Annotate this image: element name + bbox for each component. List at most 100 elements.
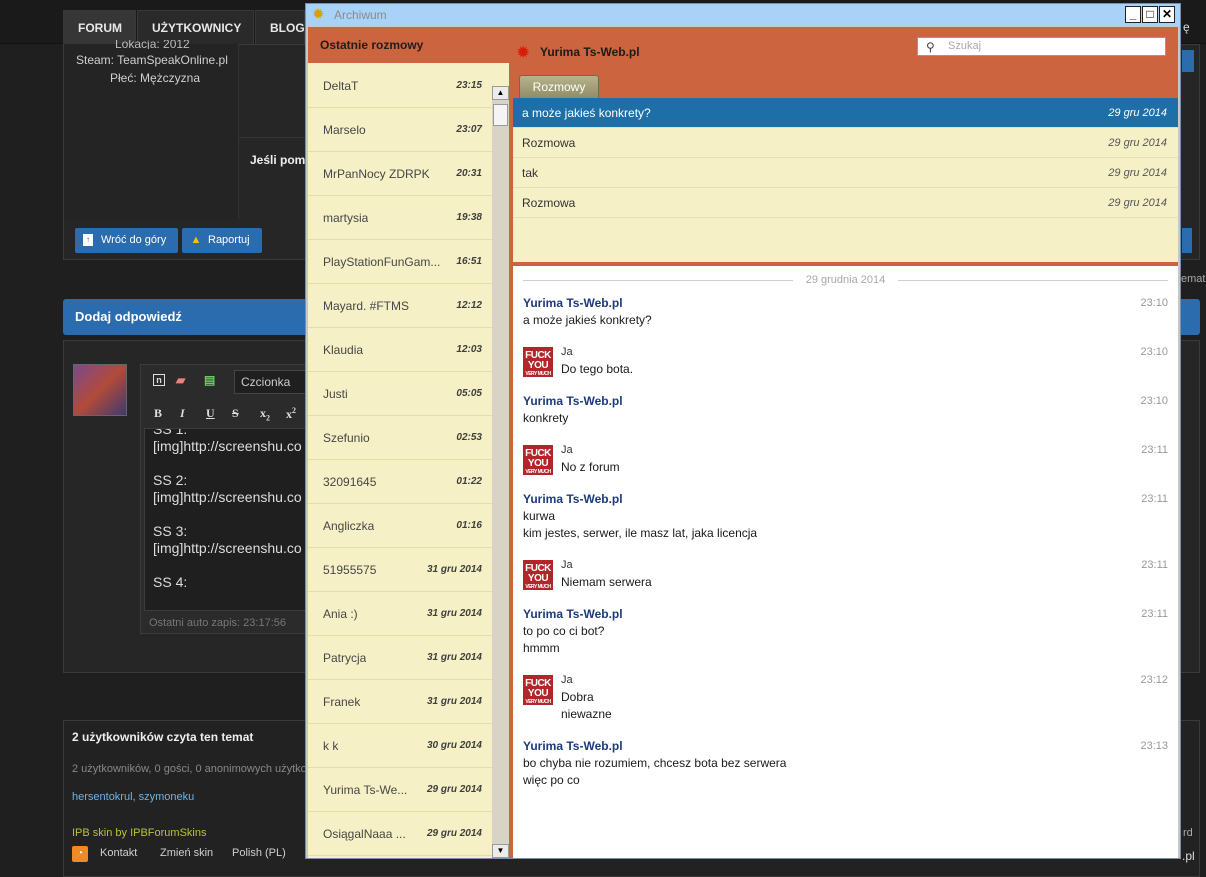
message-body: Ja Dobra niewazne [561,672,612,723]
contact-time: 31 gru 2014 [426,608,482,619]
sender-avatar: FUCK YOU VERY MUCH [523,347,553,377]
scroll-up-arrow-icon[interactable]: ▲ [492,86,509,100]
minimize-button[interactable]: _ [1125,6,1141,23]
thread-subject: Rozmowa [522,196,576,210]
nav-tab-forum[interactable]: FORUM [63,10,136,44]
table-icon[interactable]: ▤ [204,373,215,387]
contacts-scrollbar[interactable]: ▲ ▼ [492,86,509,858]
contact-item[interactable]: Angliczka 01:16 [308,504,492,548]
scroll-down-arrow-icon[interactable]: ▼ [492,844,509,858]
contact-time: 31 gru 2014 [426,652,482,663]
message-sender: Ja [561,346,573,358]
message-item: Yurima Ts-Web.pl kurwa kim jestes, serwer… [523,491,1168,542]
contact-name: martysia [323,211,369,225]
message-time: 23:11 [1141,444,1168,456]
tab-conversations[interactable]: Rozmowy [519,75,599,98]
message-sender: Ja [561,444,573,456]
contact-item[interactable]: Mayard. #FTMS 12:12 [308,284,492,328]
avatar-text: VERY MUCH [525,699,551,705]
message-sender[interactable]: Yurima Ts-Web.pl [523,738,1168,755]
thread-row[interactable]: Rozmowa 29 gru 2014 [513,188,1178,218]
avatar-text: VERY MUCH [525,584,551,590]
profile-line-location: Lokacja: 2012 [115,40,190,49]
contact-time: 01:22 [456,476,482,487]
message-sender[interactable]: Yurima Ts-Web.pl [523,491,1168,508]
search-input[interactable]: ⚲ Szukaj [917,37,1166,56]
footer-contact-link[interactable]: Kontakt [100,847,137,859]
post-editor-textarea[interactable]: SS 1: [img]http://screenshu.co SS 2: [im… [144,428,310,611]
contact-item[interactable]: 51955575 31 gru 2014 [308,548,492,592]
message-time: 23:10 [1140,395,1168,407]
message-sender[interactable]: Yurima Ts-Web.pl [523,606,1168,623]
bold-icon[interactable]: B [154,406,162,421]
italic-icon[interactable]: I [180,406,185,421]
contact-name: Yurima Ts-We... [323,783,408,797]
window-titlebar[interactable]: ✹ Archiwum _ □ ✕ [306,4,1180,26]
nav-tab-users[interactable]: UŻYTKOWNICY [137,10,254,44]
underline-icon[interactable]: U [206,406,215,421]
readers-names[interactable]: hersentokrul, szymoneku [72,791,194,803]
contact-time: 29 gru 2014 [426,784,482,795]
avatar-text: YOU [527,360,549,371]
message-text: bo chyba nie rozumiem, chcesz bota bez s… [523,756,787,787]
font-select[interactable]: Czcionka [234,370,310,394]
rss-icon[interactable]: ◔ [72,846,88,862]
source-icon[interactable]: n [153,374,165,386]
right-edge-button[interactable] [1182,228,1192,253]
thread-list: a może jakieś konkrety? 29 gru 2014 Rozmow… [513,98,1178,262]
contact-item[interactable]: Franek 31 gru 2014 [308,680,492,724]
contact-item[interactable]: Ania :) 31 gru 2014 [308,592,492,636]
contact-item[interactable]: Patrycja 31 gru 2014 [308,636,492,680]
footer-change-skin-link[interactable]: Zmień skin [160,847,213,859]
contact-item[interactable]: MrPanNocy ZDRPK 20:31 [308,152,492,196]
maximize-button[interactable]: □ [1142,6,1158,23]
contact-item[interactable]: Szefunio 02:53 [308,416,492,460]
contact-name: 32091645 [323,475,377,489]
contact-name: Szefunio [323,431,370,445]
thread-row[interactable]: Rozmowa 29 gru 2014 [513,128,1178,158]
date-separator: 29 grudnia 2014 [523,273,1168,287]
warning-icon: ▲ [190,234,202,246]
user-avatar [73,364,127,416]
report-button[interactable]: ▲ Raportuj [182,228,262,253]
back-to-top-button[interactable]: ↑ Wróć do góry [75,228,178,253]
contact-item[interactable]: DeltaT 23:15 [308,64,492,108]
contact-item[interactable]: Klaudia 12:03 [308,328,492,372]
message-time: 23:11 [1141,559,1168,571]
avatar-text: YOU [527,573,549,584]
scrollbar-thumb[interactable] [493,104,508,126]
message-text: No z forum [561,460,620,474]
message-body: Ja Do tego bota. [561,344,633,378]
contact-item[interactable]: martysia 19:38 [308,196,492,240]
contact-time: 29 gru 2014 [426,828,482,839]
right-edge-button[interactable] [1182,50,1194,72]
thread-row[interactable]: a może jakieś konkrety? 29 gru 2014 [513,98,1178,128]
eraser-icon[interactable]: ▰ [176,373,185,387]
contact-name: Justi [323,387,348,401]
contact-item[interactable]: Marselo 23:07 [308,108,492,152]
contact-item[interactable]: PlayStationFunGam... 16:51 [308,240,492,284]
window-title: Archiwum [334,8,387,22]
close-button[interactable]: ✕ [1159,6,1175,23]
contact-item[interactable]: OsiągalNaaa ... 29 gru 2014 [308,812,492,856]
message-time: 23:11 [1141,608,1168,620]
subscript-icon[interactable]: x2 [260,406,270,422]
skin-credit-link[interactable]: IPB skin by IPBForumSkins [72,827,207,839]
message-history: 29 grudnia 2014 Yurima Ts-Web.pl a może j… [513,266,1178,858]
contact-name: Ania :) [323,607,358,621]
contact-item[interactable]: k k 30 gru 2014 [308,724,492,768]
message-sender[interactable]: Yurima Ts-Web.pl [523,295,1168,312]
message-text: Niemam serwera [561,575,652,589]
nav-tab-blog[interactable]: BLOG [255,10,305,44]
message-sender[interactable]: Yurima Ts-Web.pl [523,393,1168,410]
contact-item[interactable]: 32091645 01:22 [308,460,492,504]
superscript-icon[interactable]: x2 [286,406,296,422]
footer-language-link[interactable]: Polish (PL) [232,847,286,859]
message-text: a może jakieś konkrety? [523,313,652,327]
contact-time: 12:03 [456,344,482,355]
contact-item[interactable]: Justi 05:05 [308,372,492,416]
strikethrough-icon[interactable]: S [232,406,239,421]
contact-item[interactable]: Yurima Ts-We... 29 gru 2014 [308,768,492,812]
avatar-text: VERY MUCH [525,371,551,377]
thread-row[interactable]: tak 29 gru 2014 [513,158,1178,188]
